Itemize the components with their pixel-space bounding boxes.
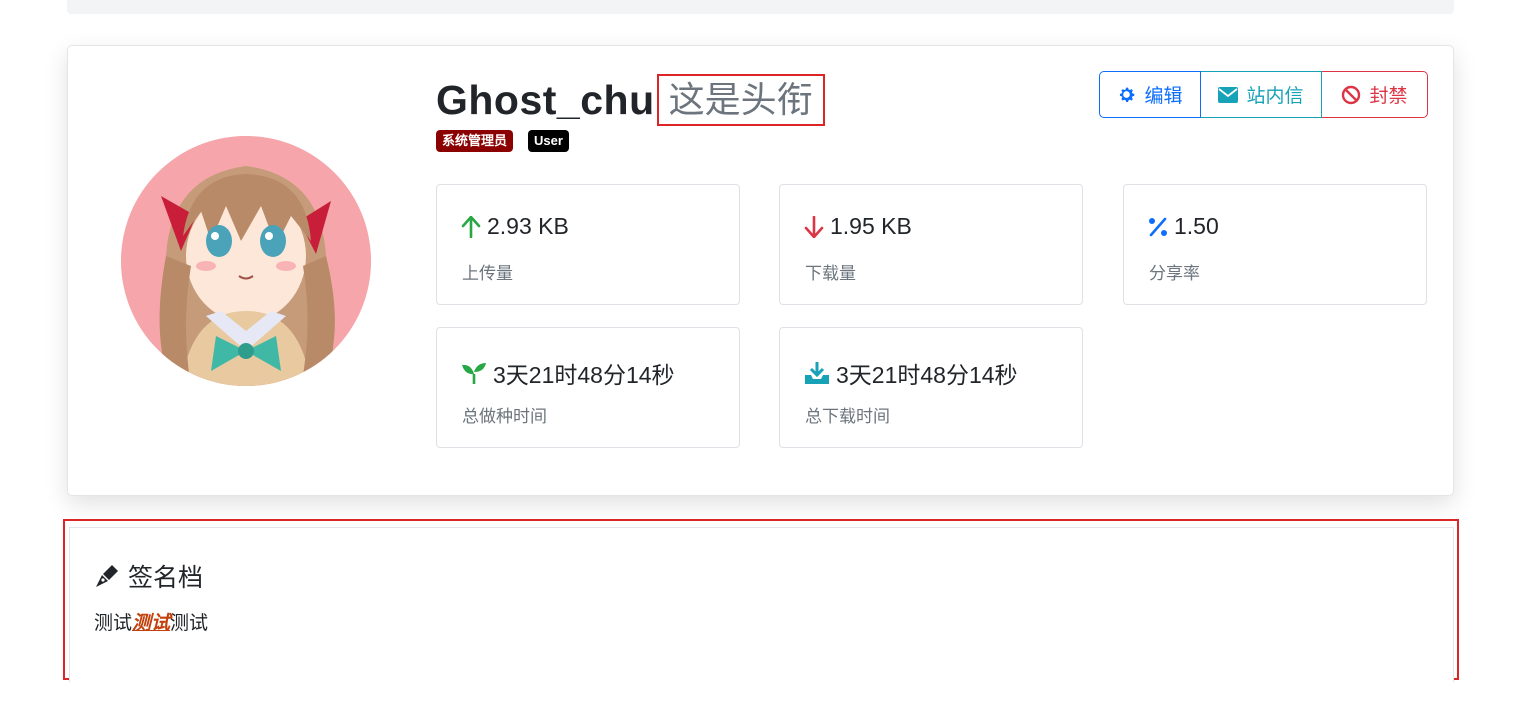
download-time-label: 总下载时间 (805, 407, 890, 426)
gear-icon (1117, 85, 1136, 104)
badge-user: User (528, 130, 569, 152)
stat-seed-time: 3天21时48分14秒 总做种时间 (436, 327, 740, 448)
download-value: 1.95 KB (830, 213, 912, 239)
ratio-label: 分享率 (1149, 264, 1200, 283)
user-title: 这是头衔 (656, 74, 825, 126)
message-button[interactable]: 站内信 (1201, 71, 1322, 118)
top-strip (67, 0, 1454, 14)
ratio-value: 1.50 (1174, 213, 1219, 239)
download-tray-icon (804, 361, 830, 385)
ban-button[interactable]: 封禁 (1322, 71, 1428, 118)
ban-label: 封禁 (1369, 86, 1408, 107)
avatar (121, 136, 371, 386)
username: Ghost_chu (436, 76, 655, 123)
signature-section: 签名档 测试测试测试 (63, 519, 1459, 682)
ban-icon (1341, 85, 1361, 105)
upload-label: 上传量 (462, 264, 513, 283)
action-buttons: 编辑 站内信 封禁 (1099, 71, 1428, 118)
stat-download: 1.95 KB 下载量 (779, 184, 1083, 305)
signature-text-before: 测试 (94, 613, 133, 634)
signature-content: 测试测试测试 (94, 608, 208, 635)
envelope-icon (1218, 86, 1239, 103)
profile-card: Ghost_chu 这是头衔 系统管理员 User 编辑 站内信 封禁 2.93… (67, 45, 1454, 496)
signature-text-after: 测试 (170, 613, 209, 634)
percent-icon (1148, 217, 1168, 237)
signature-title: 签名档 (94, 558, 203, 594)
stat-download-time: 3天21时48分14秒 总下载时间 (779, 327, 1083, 448)
username-row: Ghost_chu 这是头衔 (436, 70, 825, 130)
upload-value: 2.93 KB (487, 213, 569, 239)
badge-admin: 系统管理员 (436, 130, 514, 152)
signature-title-text: 签名档 (128, 564, 204, 592)
edit-button[interactable]: 编辑 (1099, 71, 1201, 118)
pen-nib-icon (94, 563, 120, 589)
seed-time-value: 3天21时48分14秒 (493, 362, 675, 388)
arrow-up-icon (461, 215, 481, 238)
stat-ratio: 1.50 分享率 (1123, 184, 1427, 305)
download-time-value: 3天21时48分14秒 (836, 362, 1018, 388)
edit-label: 编辑 (1144, 86, 1183, 107)
arrow-down-icon (804, 215, 824, 238)
download-label: 下载量 (805, 264, 856, 283)
signature-card: 签名档 测试测试测试 (69, 527, 1454, 682)
badges: 系统管理员 User (436, 130, 569, 152)
signature-text-emphasis: 测试 (132, 613, 171, 634)
message-label: 站内信 (1246, 86, 1304, 107)
seedling-icon (461, 362, 487, 384)
seed-time-label: 总做种时间 (462, 407, 547, 426)
stat-upload: 2.93 KB 上传量 (436, 184, 740, 305)
